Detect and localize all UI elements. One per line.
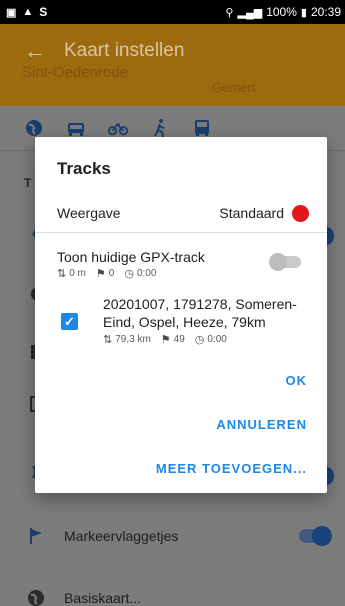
- bicycle-icon[interactable]: [108, 118, 128, 138]
- track-name[interactable]: 20201007, 1791278, Someren-Eind, Ospel, …: [103, 295, 317, 331]
- setting-row-basiskaart[interactable]: Basiskaart...: [0, 576, 345, 606]
- walking-icon[interactable]: [150, 118, 170, 138]
- color-swatch: [292, 204, 309, 222]
- add-more-button[interactable]: MEER TOEVOEGEN...: [156, 461, 307, 476]
- current-gpx-label: Toon huidige GPX-track: [57, 249, 205, 265]
- page-title: Kaart instellen: [64, 40, 185, 61]
- status-bar-right: ⚲ ▂▄▆ 100% ▮ 20:39: [225, 5, 341, 19]
- map-label: Sint-Oedenrode: [22, 64, 128, 81]
- car-icon[interactable]: [66, 118, 86, 138]
- warning-icon: ▲: [22, 6, 34, 18]
- duration-stat: ◷ 0:00: [124, 267, 156, 280]
- duration-stat: ◷ 0:00: [195, 333, 227, 346]
- tracks-dialog: Tracks Weergave Standaard Toon huidige G…: [35, 137, 327, 493]
- setting-row-markeervlaggetjes[interactable]: Markeervlaggetjes: [0, 514, 345, 558]
- flag-icon: ⚑: [95, 268, 106, 280]
- waypoints-stat: ⚑ 0: [96, 267, 114, 280]
- clock-icon: ◷: [194, 334, 205, 346]
- clock: 20:39: [310, 5, 341, 19]
- location-icon: ⚲: [225, 6, 234, 19]
- map-label: Gemert: [212, 80, 256, 95]
- duration-value: 0:00: [136, 268, 157, 279]
- current-gpx-toggle[interactable]: [269, 253, 301, 271]
- waypoints-stat: ⚑ 49: [161, 333, 185, 346]
- duration-value: 0:00: [207, 334, 227, 345]
- setting-label: Markeervlaggetjes: [64, 528, 179, 544]
- distance-stat: ⇅ 79,3 km: [103, 333, 151, 346]
- gallery-icon: ▣: [6, 6, 17, 19]
- track-stats: ⇅ 79,3 km ⚑ 49 ◷ 0:00: [103, 333, 227, 346]
- flag-icon: ⚑: [160, 334, 171, 346]
- appearance-row[interactable]: Weergave Standaard: [57, 201, 309, 225]
- waypoints-value: 0: [108, 268, 115, 279]
- status-bar-left: ▣ ▲ S: [6, 5, 47, 19]
- app-notification-icon: S: [39, 5, 48, 19]
- distance-icon: ⇅: [57, 268, 67, 280]
- flag-icon: [26, 526, 46, 546]
- appearance-value-text: Standaard: [219, 205, 284, 221]
- globe-icon: [26, 588, 46, 606]
- battery-icon: ▮: [300, 6, 307, 19]
- cancel-button[interactable]: ANNULEREN: [216, 417, 307, 432]
- signal-icon: ▂▄▆: [237, 6, 263, 19]
- toggle-switch[interactable]: [299, 526, 332, 546]
- battery-level: 100%: [266, 5, 297, 19]
- globe-icon[interactable]: [24, 118, 44, 138]
- distance-icon: ⇅: [103, 334, 113, 346]
- clock-icon: ◷: [124, 268, 134, 280]
- ok-button[interactable]: OK: [286, 373, 308, 388]
- bus-icon[interactable]: [192, 118, 212, 138]
- appearance-label: Weergave: [57, 205, 121, 221]
- app-bar: Sint-Oedenrode Gemert ← Kaart instellen: [0, 24, 345, 106]
- track-checkbox[interactable]: ✓: [61, 313, 78, 330]
- distance-value: 0 m: [69, 268, 86, 279]
- appearance-value: Standaard: [219, 204, 309, 222]
- divider: [35, 232, 327, 233]
- section-header: T: [24, 176, 32, 190]
- waypoints-value: 49: [173, 334, 185, 345]
- back-arrow-icon[interactable]: ←: [24, 38, 46, 64]
- distance-stat: ⇅ 0 m: [57, 267, 86, 280]
- status-bar: ▣ ▲ S ⚲ ▂▄▆ 100% ▮ 20:39: [0, 0, 345, 24]
- setting-label: Basiskaart...: [64, 590, 142, 606]
- dialog-title: Tracks: [57, 159, 111, 178]
- distance-value: 79,3 km: [115, 334, 151, 345]
- current-gpx-stats: ⇅ 0 m ⚑ 0 ◷ 0:00: [57, 267, 156, 280]
